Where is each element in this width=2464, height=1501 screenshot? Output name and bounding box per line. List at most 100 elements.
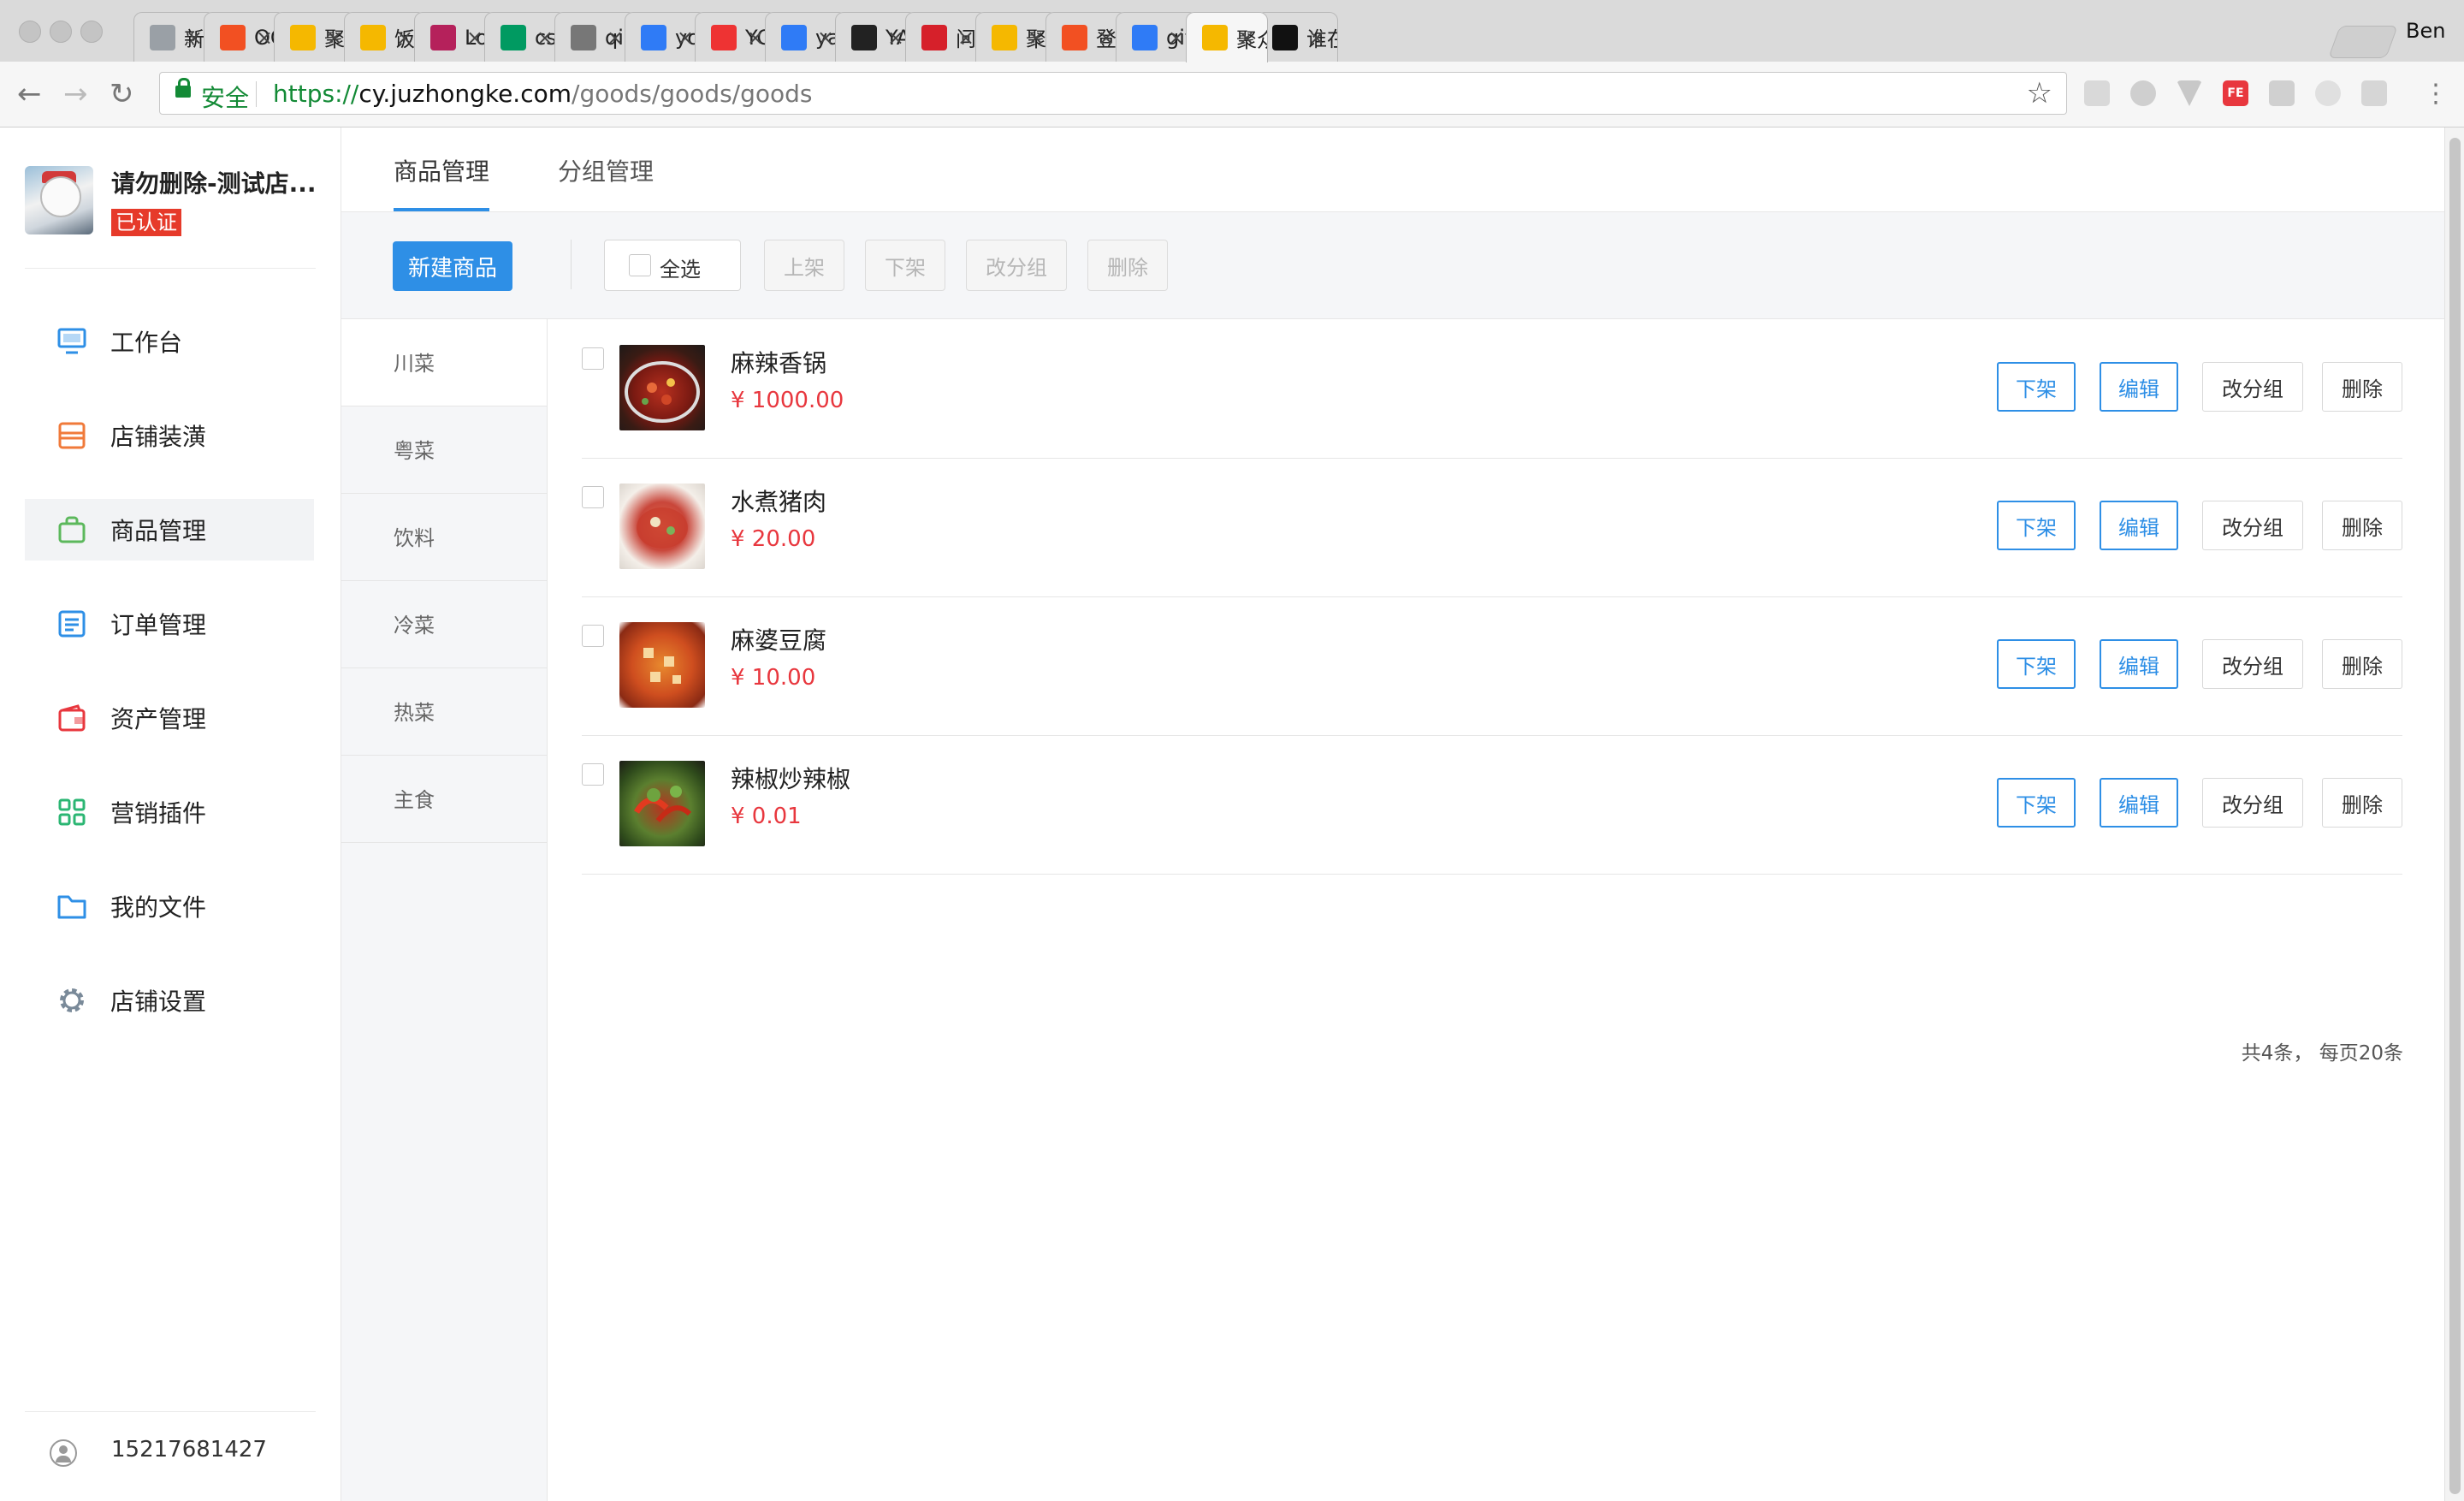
close-icon[interactable]: ×: [1098, 26, 1115, 50]
close-icon[interactable]: ×: [677, 26, 694, 50]
off-shelf-button[interactable]: 下架: [1997, 362, 2076, 412]
close-icon[interactable]: ×: [1238, 26, 1255, 50]
close-icon[interactable]: ×: [1168, 26, 1185, 50]
product-name[interactable]: 水煮猪肉: [731, 484, 826, 518]
chrome-menu-icon[interactable]: ⋮: [2423, 77, 2449, 111]
extension-icon[interactable]: [2084, 80, 2110, 106]
change-group-button[interactable]: 改分组: [2202, 501, 2303, 550]
edit-button[interactable]: 编辑: [2100, 639, 2178, 689]
product-thumbnail[interactable]: [619, 761, 705, 846]
new-tab-button[interactable]: [2328, 26, 2398, 58]
product-checkbox[interactable]: [582, 486, 604, 508]
app-root: 请勿删除-测试店... 已认证 工作台 店铺装潢 商品管理 订单管理 资产管理 …: [0, 128, 2464, 1501]
bulk-delete-button[interactable]: 删除: [1087, 240, 1168, 291]
delete-button[interactable]: 删除: [2322, 501, 2402, 550]
forward-arrow-icon[interactable]: →: [63, 77, 88, 111]
extension-icon[interactable]: [2361, 80, 2387, 106]
delete-button[interactable]: 删除: [2322, 778, 2402, 828]
qr-extension-icon[interactable]: [2269, 80, 2295, 106]
off-shelf-button[interactable]: 下架: [1997, 778, 2076, 828]
product-price: ¥ 0.01: [731, 804, 802, 829]
close-icon[interactable]: ×: [396, 26, 413, 50]
user-phone[interactable]: 15217681427: [111, 1437, 267, 1462]
group-item-drinks[interactable]: 饮料: [341, 494, 547, 581]
arc-favicon-icon: [921, 24, 947, 50]
delete-button[interactable]: 删除: [2322, 362, 2402, 412]
off-shelf-button[interactable]: 下架: [1997, 639, 2076, 689]
close-icon[interactable]: ×: [536, 26, 554, 50]
sidebar-item-workbench[interactable]: 工作台: [25, 311, 314, 372]
new-goods-button[interactable]: 新建商品: [393, 241, 512, 291]
bookmark-star-icon[interactable]: ☆: [2027, 76, 2052, 110]
sidebar-item-asset-management[interactable]: 资产管理: [25, 687, 314, 749]
window-close-button[interactable]: [19, 21, 41, 43]
reload-icon[interactable]: ↻: [110, 77, 134, 111]
close-icon[interactable]: ×: [1028, 26, 1045, 50]
browser-tab-strip: 新标签页×OCR×聚众×饭图×Log×css×qian×yog×YOG×yam×…: [0, 0, 2464, 62]
bulk-off-shelf-button[interactable]: 下架: [865, 240, 945, 291]
sidebar-item-my-files[interactable]: 我的文件: [25, 875, 314, 937]
sidebar-item-store-decoration[interactable]: 店铺装潢: [25, 405, 314, 466]
active-tab-indicator: [394, 208, 489, 211]
page-scrollbar[interactable]: [2444, 128, 2464, 1501]
edit-button[interactable]: 编辑: [2100, 362, 2178, 412]
window-minimize-button[interactable]: [50, 21, 72, 43]
sidebar-item-marketing-plugins[interactable]: 营销插件: [25, 781, 314, 843]
bulk-on-shelf-button[interactable]: 上架: [764, 240, 844, 291]
sidebar-item-goods-management[interactable]: 商品管理: [25, 499, 314, 561]
close-icon[interactable]: ×: [957, 26, 974, 50]
group-item-hot-dishes[interactable]: 热菜: [341, 668, 547, 756]
close-icon[interactable]: ×: [466, 26, 483, 50]
address-bar[interactable]: 安全 https://cy.juzhongke.com/goods/goods/…: [159, 72, 2067, 115]
close-icon[interactable]: ×: [256, 26, 273, 50]
change-group-button[interactable]: 改分组: [2202, 362, 2303, 412]
extension-icon[interactable]: [2315, 80, 2341, 106]
vue-extension-icon[interactable]: [2177, 80, 2202, 106]
back-arrow-icon[interactable]: ←: [17, 77, 42, 111]
select-all-button[interactable]: 全选: [604, 240, 741, 291]
edit-button[interactable]: 编辑: [2100, 778, 2178, 828]
product-checkbox[interactable]: [582, 763, 604, 786]
change-group-button[interactable]: 改分组: [2202, 778, 2303, 828]
close-icon[interactable]: ×: [1308, 26, 1325, 50]
close-icon[interactable]: ×: [186, 26, 203, 50]
group-item-cold-dishes[interactable]: 冷菜: [341, 581, 547, 668]
scrollbar-thumb[interactable]: [2449, 138, 2461, 1494]
product-name[interactable]: 麻辣香锅: [731, 345, 826, 379]
product-price: ¥ 10.00: [731, 665, 816, 691]
browser-tab[interactable]: 谁在×: [1256, 12, 1338, 62]
product-checkbox[interactable]: [582, 347, 604, 370]
select-all-checkbox[interactable]: [629, 254, 651, 276]
close-icon[interactable]: ×: [607, 26, 624, 50]
browser-tab[interactable]: 聚众×: [1186, 12, 1268, 62]
product-checkbox[interactable]: [582, 625, 604, 647]
close-icon[interactable]: ×: [887, 26, 904, 50]
product-thumbnail[interactable]: [619, 345, 705, 430]
close-icon[interactable]: ×: [817, 26, 834, 50]
product-name[interactable]: 麻婆豆腐: [731, 622, 826, 656]
store-avatar[interactable]: [25, 166, 93, 234]
tab-goods-management[interactable]: 商品管理: [394, 153, 489, 187]
url-text[interactable]: https://cy.juzhongke.com/goods/goods/goo…: [273, 80, 813, 108]
tab-group-management[interactable]: 分组管理: [558, 153, 654, 187]
group-item-cantonese[interactable]: 粤菜: [341, 406, 547, 494]
fe-extension-icon[interactable]: FE: [2223, 80, 2248, 106]
change-group-button[interactable]: 改分组: [2202, 639, 2303, 689]
sidebar-item-store-settings[interactable]: 店铺设置: [25, 970, 314, 1031]
group-item-staple[interactable]: 主食: [341, 756, 547, 843]
close-icon[interactable]: ×: [747, 26, 764, 50]
group-item-sichuan[interactable]: 川菜: [341, 319, 547, 406]
evernote-extension-icon[interactable]: [2130, 80, 2156, 106]
product-thumbnail[interactable]: [619, 484, 705, 569]
sidebar-item-order-management[interactable]: 订单管理: [25, 593, 314, 655]
window-zoom-button[interactable]: [80, 21, 103, 43]
delete-button[interactable]: 删除: [2322, 639, 2402, 689]
product-name[interactable]: 辣椒炒辣椒: [731, 761, 850, 795]
profile-name[interactable]: Ben: [2406, 19, 2445, 43]
bulk-change-group-button[interactable]: 改分组: [966, 240, 1067, 291]
edit-button[interactable]: 编辑: [2100, 501, 2178, 550]
close-icon[interactable]: ×: [326, 26, 343, 50]
off-shelf-button[interactable]: 下架: [1997, 501, 2076, 550]
product-thumbnail[interactable]: [619, 622, 705, 708]
store-name[interactable]: 请勿删除-测试店...: [111, 165, 317, 199]
